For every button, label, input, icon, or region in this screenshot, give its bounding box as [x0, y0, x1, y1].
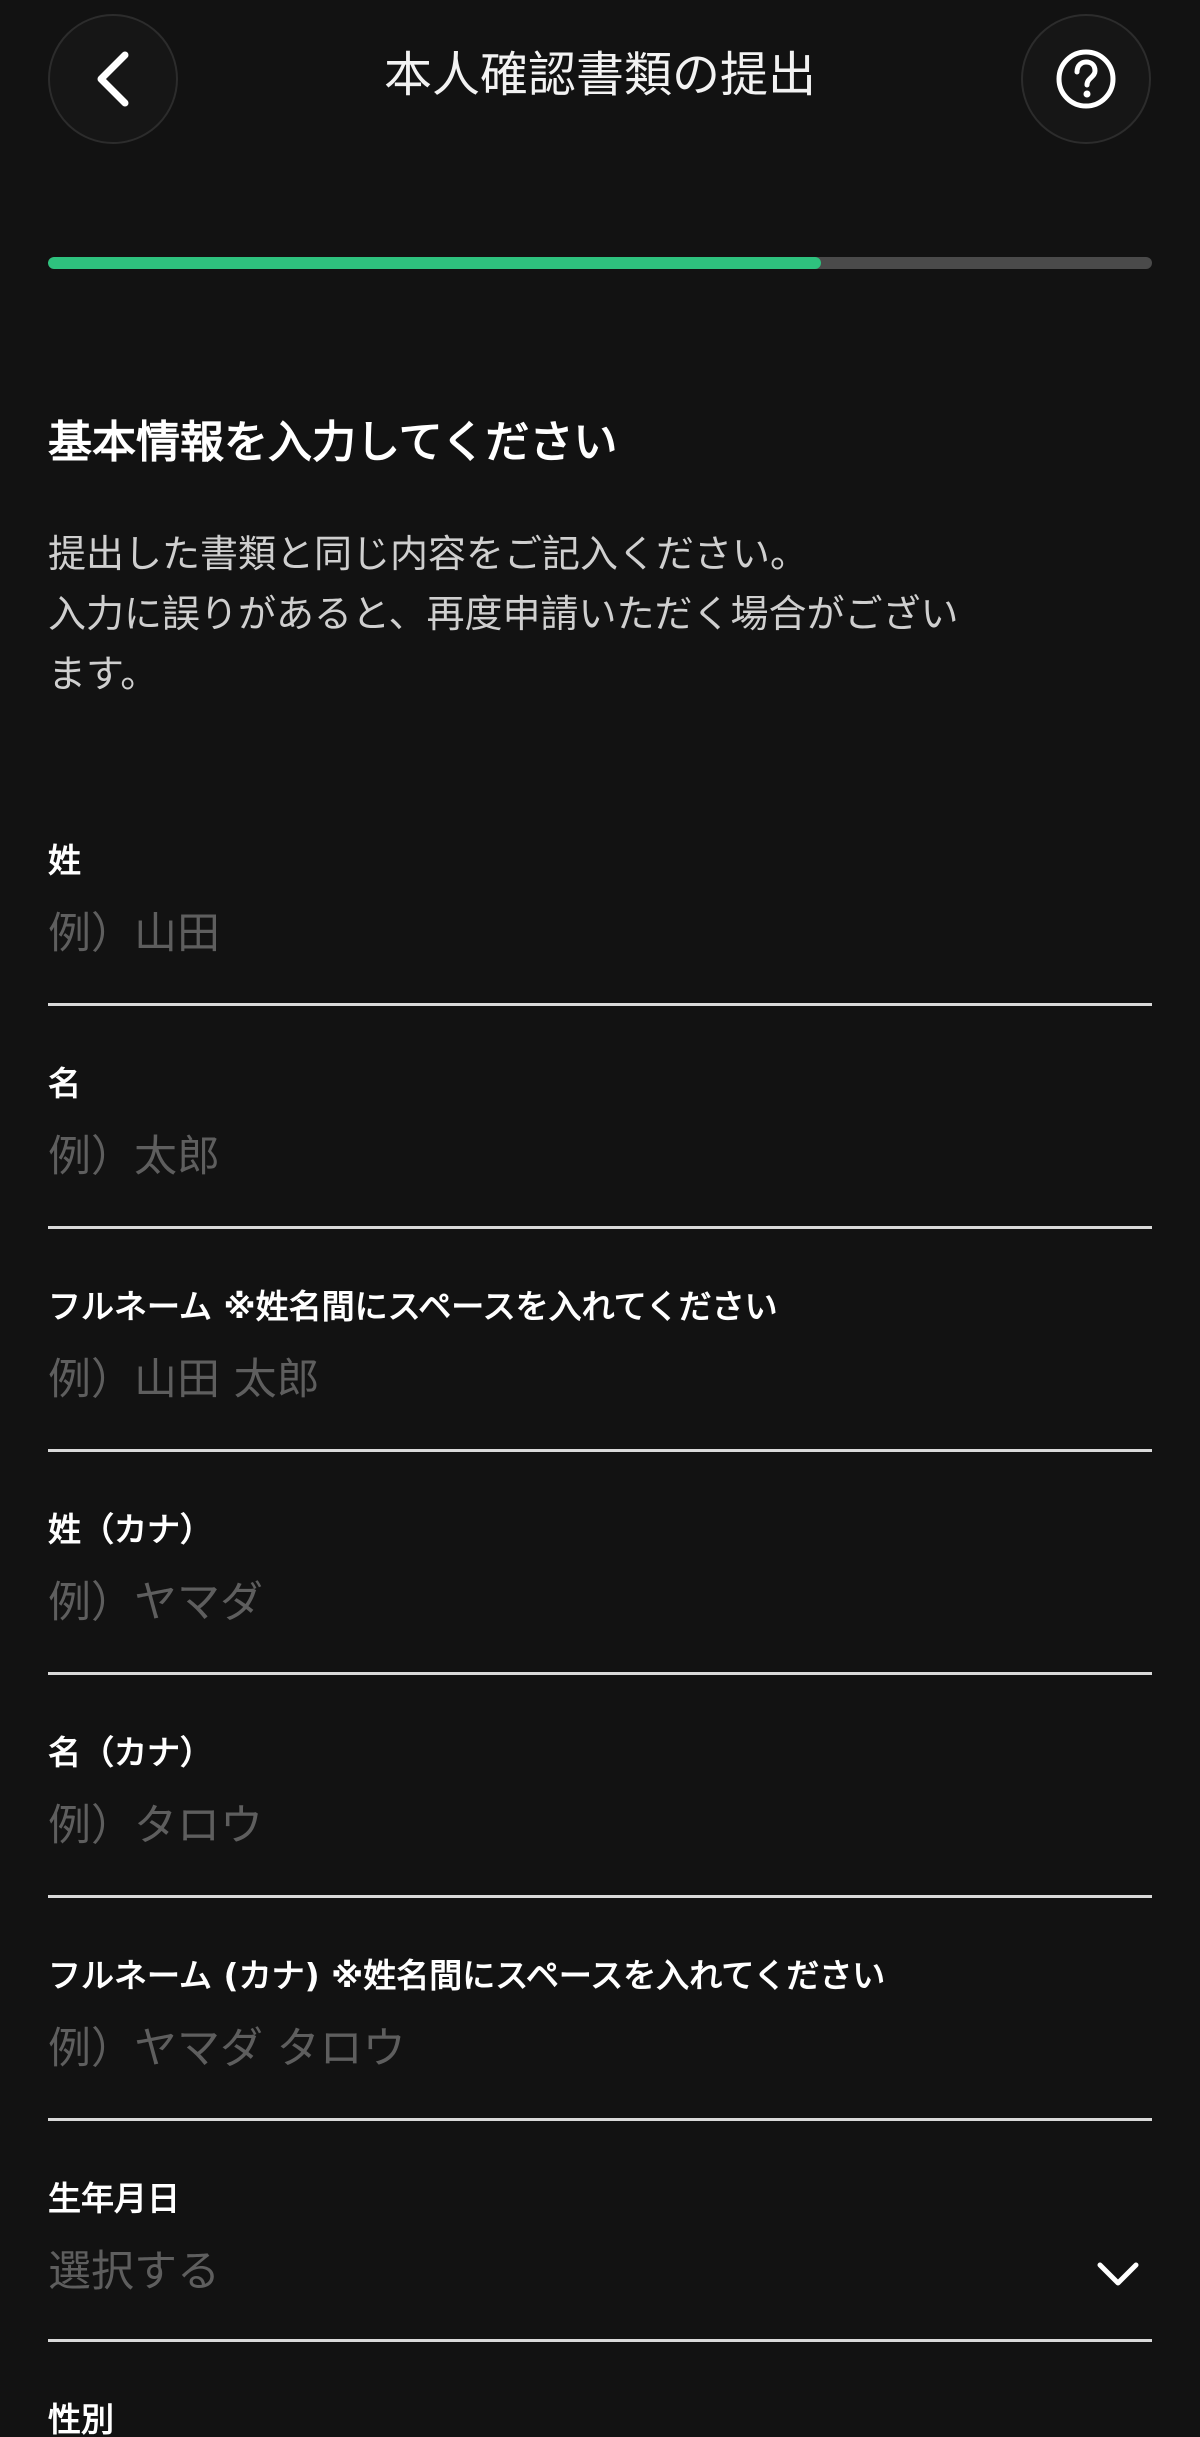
- field-label: 姓: [48, 841, 81, 880]
- field-gender: 性別: [48, 2392, 1152, 2437]
- field-label: フルネーム (カナ) ※姓名間にスペースを入れてください: [48, 1956, 886, 1995]
- chevron-left-icon: [97, 51, 129, 107]
- field-label: 名: [48, 1064, 81, 1103]
- description-line: 入力に誤りがあると、再度申請いただく場合がござい: [48, 592, 959, 636]
- field-label: 名（カナ）: [48, 1733, 213, 1772]
- field-last-name: 姓: [48, 833, 1152, 1056]
- field-first-name-kana: 名（カナ）: [48, 1725, 1152, 1948]
- birthdate-select[interactable]: 選択する: [48, 2237, 220, 2307]
- section-title: 基本情報を入力してください: [48, 417, 618, 468]
- field-full-name-kana: フルネーム (カナ) ※姓名間にスペースを入れてください: [48, 1948, 1152, 2171]
- field-underline: [48, 2118, 1152, 2121]
- question-circle-icon: [1056, 49, 1116, 109]
- help-button[interactable]: [1021, 14, 1151, 144]
- chevron-down-icon[interactable]: [1094, 2259, 1142, 2289]
- section-description: 提出した書類と同じ内容をご記入ください。 入力に誤りがあると、再度申請いただく場…: [48, 524, 1068, 704]
- description-line: 提出した書類と同じ内容をご記入ください。: [48, 532, 809, 576]
- page-title: 本人確認書類の提出: [383, 47, 816, 103]
- field-label: フルネーム ※姓名間にスペースを入れてください: [48, 1287, 778, 1326]
- progress-bar: [48, 257, 1152, 269]
- back-button[interactable]: [48, 14, 178, 144]
- full-name-kana-input[interactable]: [48, 2014, 1152, 2084]
- last-name-kana-input[interactable]: [48, 1568, 1152, 1638]
- first-name-kana-input[interactable]: [48, 1791, 1152, 1861]
- field-underline: [48, 1449, 1152, 1452]
- field-label: 生年月日: [48, 2179, 180, 2218]
- field-underline: [48, 1672, 1152, 1675]
- field-underline: [48, 1226, 1152, 1229]
- app-header: 本人確認書類の提出: [0, 0, 1200, 160]
- progress-bar-fill: [48, 257, 821, 269]
- field-first-name: 名: [48, 1056, 1152, 1279]
- field-birthdate: 生年月日 選択する: [48, 2171, 1152, 2394]
- field-underline: [48, 1895, 1152, 1898]
- field-label: 性別: [48, 2400, 114, 2437]
- full-name-input[interactable]: [48, 1345, 1152, 1415]
- last-name-input[interactable]: [48, 899, 1152, 969]
- field-label: 姓（カナ）: [48, 1510, 213, 1549]
- field-last-name-kana: 姓（カナ）: [48, 1502, 1152, 1725]
- field-full-name: フルネーム ※姓名間にスペースを入れてください: [48, 1279, 1152, 1502]
- description-line: ます。: [48, 652, 159, 696]
- field-underline: [48, 2339, 1152, 2342]
- first-name-input[interactable]: [48, 1122, 1152, 1192]
- field-underline: [48, 1003, 1152, 1006]
